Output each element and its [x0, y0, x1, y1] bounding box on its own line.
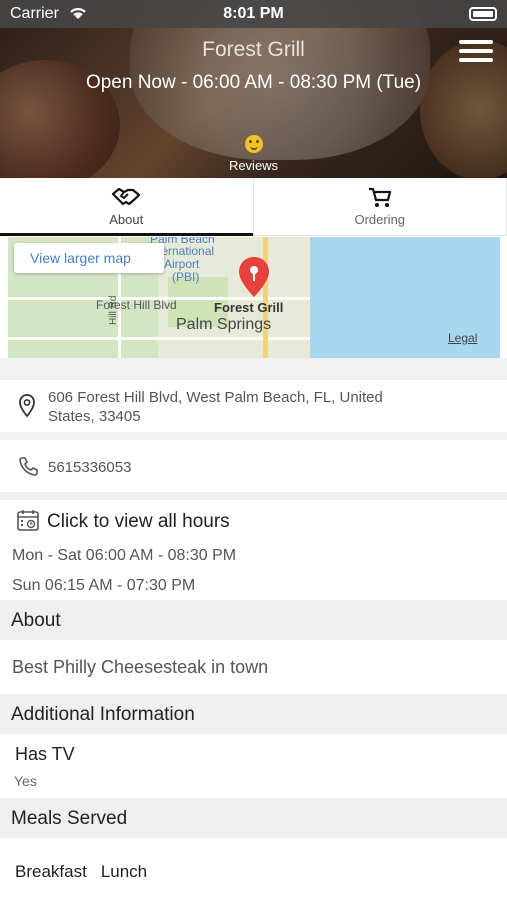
map-legal-link[interactable]: Legal — [448, 331, 477, 345]
has-tv-label: Has TV — [15, 744, 75, 764]
tab-about-label: About — [109, 212, 144, 227]
about-heading: About — [0, 600, 507, 640]
phone-icon — [18, 456, 38, 481]
map-label: Airport — [164, 257, 200, 271]
divider — [0, 492, 507, 500]
has-tv-value: Yes — [14, 773, 37, 789]
view-larger-map-link[interactable]: View larger map — [14, 243, 164, 273]
battery-icon — [469, 7, 497, 21]
divider — [0, 358, 507, 380]
address-text: 606 Forest Hill Blvd, West Palm Beach, F… — [48, 389, 383, 425]
additional-info-heading: Additional Information — [0, 694, 507, 734]
map-pin-label: Forest Grill — [214, 300, 284, 315]
map-pin-icon — [239, 257, 269, 297]
calendar-icon — [16, 508, 40, 537]
tab-about[interactable]: About — [0, 178, 254, 236]
location-map[interactable]: Palm Beach International Airport (PBI) F… — [8, 237, 500, 358]
hamburger-menu-button[interactable] — [459, 40, 493, 66]
menu-bar-icon — [459, 58, 493, 62]
meals-served-heading: Meals Served — [0, 798, 507, 838]
open-status: Open Now - 06:00 AM - 08:30 PM (Tue) — [85, 72, 422, 93]
handshake-icon — [0, 186, 253, 210]
clock: 8:01 PM — [223, 5, 284, 22]
tab-ordering[interactable]: Ordering — [254, 178, 507, 235]
tab-ordering-label: Ordering — [354, 212, 406, 227]
map-label: Hill Rd — [108, 295, 119, 325]
smiley-icon — [244, 135, 263, 153]
location-pin-icon — [18, 394, 36, 423]
reviews-label: Reviews — [228, 158, 279, 173]
hours-line: Mon - Sat 06:00 AM - 08:30 PM — [12, 547, 237, 564]
map-label: (PBI) — [172, 270, 200, 284]
view-all-hours-link[interactable]: Click to view all hours — [47, 511, 230, 533]
phone-row[interactable]: 5615336053 — [0, 440, 507, 492]
reviews-button[interactable]: Reviews — [0, 135, 507, 173]
restaurant-name: Forest Grill — [202, 38, 305, 61]
address-row[interactable]: 606 Forest Hill Blvd, West Palm Beach, F… — [0, 380, 507, 432]
about-description: Best Philly Cheesesteak in town — [12, 657, 269, 677]
menu-bar-icon — [459, 49, 493, 53]
meals-list: Breakfast Lunch — [15, 862, 161, 882]
status-bar: Carrier 8:01 PM — [0, 0, 507, 28]
divider — [0, 432, 507, 440]
menu-bar-icon — [459, 40, 493, 44]
phone-number: 5615336053 — [48, 459, 132, 476]
meal-item: Lunch — [100, 862, 148, 881]
hours-line: Sun 06:15 AM - 07:30 PM — [12, 577, 196, 594]
hours-section: Click to view all hours Mon - Sat 06:00 … — [0, 500, 507, 600]
map-label: Palm Springs — [176, 316, 272, 333]
cart-icon — [254, 186, 507, 210]
tab-bar: About Ordering — [0, 178, 507, 236]
meal-item: Breakfast — [15, 862, 87, 881]
